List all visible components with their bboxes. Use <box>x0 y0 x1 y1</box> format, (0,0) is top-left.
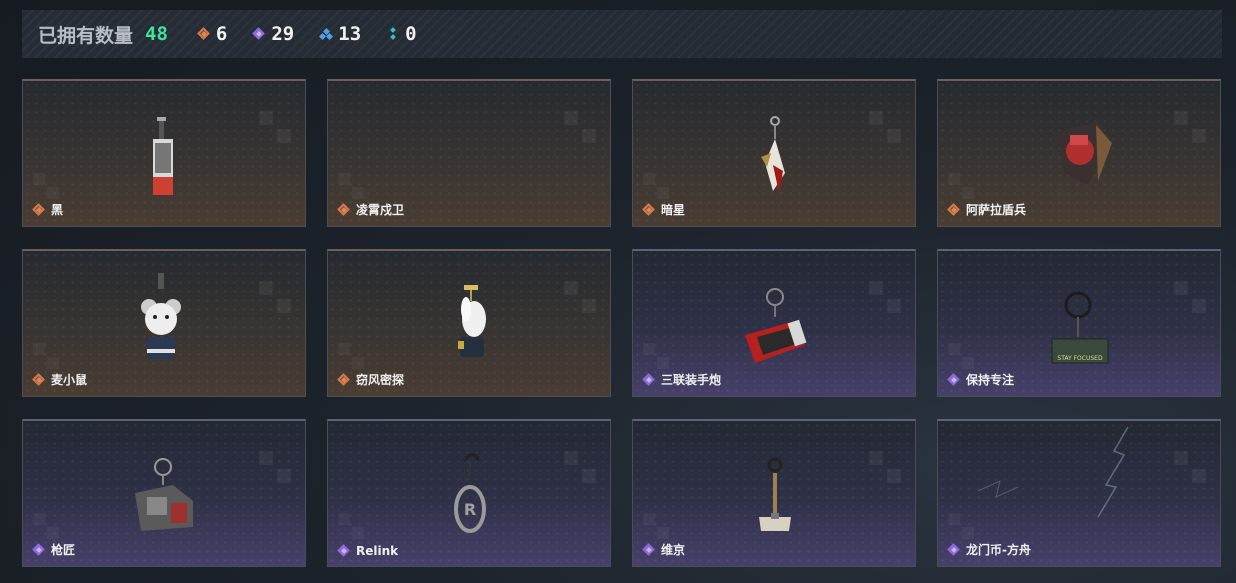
pendant-name: 枪匠 <box>51 543 76 557</box>
pendant-name: 保持专注 <box>966 373 1015 387</box>
pendant-image <box>633 251 915 363</box>
pendant-card[interactable]: STAY FOCUSED 保持专注 <box>937 249 1221 397</box>
pendant-card[interactable]: 三联装手炮 <box>632 249 916 397</box>
purple-diamond-icon <box>33 544 45 556</box>
pendant-card[interactable]: R Relink <box>327 419 611 567</box>
stat-teal-value: 0 <box>405 23 417 45</box>
pendant-card[interactable]: 龙门币-方舟 <box>937 419 1221 567</box>
orange-diamond-icon <box>338 374 350 386</box>
collection-summary-bar: 已拥有数量 48 6 29 13 0 <box>22 10 1222 58</box>
pendant-text: STAY FOCUSED <box>1057 355 1103 362</box>
pendant-card[interactable]: 黑 <box>22 79 306 227</box>
pendant-card[interactable]: 麦小鼠 <box>22 249 306 397</box>
pendant-name: 维京 <box>661 543 686 557</box>
teal-dot-icon <box>387 27 399 40</box>
pendant-name: 黑 <box>51 203 64 217</box>
orange-diamond-icon <box>948 204 960 216</box>
svg-text:R: R <box>464 500 476 519</box>
pendant-card[interactable]: 窃风密探 <box>327 249 611 397</box>
pendant-image <box>938 81 1220 191</box>
owned-label: 已拥有数量 <box>38 24 134 47</box>
stat-purple-value: 29 <box>271 23 295 45</box>
pendant-card[interactable]: 枪匠 <box>22 419 306 567</box>
purple-diamond-icon <box>948 544 960 556</box>
pendant-name: 三联装手炮 <box>661 373 722 387</box>
stat-orange-value: 6 <box>215 23 228 45</box>
pendant-card[interactable]: 暗星 <box>632 79 916 227</box>
pendant-name: 窃风密探 <box>356 373 405 387</box>
stat-purple: 29 <box>253 23 294 45</box>
orange-diamond-icon <box>643 204 655 216</box>
pendant-image <box>328 251 610 361</box>
orange-diamond-icon <box>33 374 45 386</box>
orange-diamond-icon <box>33 204 45 216</box>
pendant-name: 阿萨拉盾兵 <box>966 203 1027 217</box>
pendant-image <box>23 81 305 195</box>
pendant-image <box>23 251 305 361</box>
pendant-name: 凌霄戍卫 <box>356 203 405 217</box>
pendant-image <box>23 421 305 531</box>
lightning-effect <box>938 421 1220 531</box>
pendant-image: R <box>328 421 610 533</box>
purple-diamond-icon <box>643 544 655 556</box>
pendant-card[interactable]: 凌霄戍卫 <box>327 79 611 227</box>
stat-blue: 13 <box>319 23 362 45</box>
pendant-card[interactable]: 阿萨拉盾兵 <box>937 79 1221 227</box>
pendant-image <box>633 421 915 531</box>
stat-teal: 0 <box>387 23 417 45</box>
purple-diamond-icon <box>253 28 265 40</box>
purple-diamond-icon <box>643 374 655 386</box>
pendant-name: 龙门币-方舟 <box>966 543 1031 557</box>
pendant-name: 麦小鼠 <box>51 373 88 387</box>
pendant-name: Relink <box>356 544 399 558</box>
orange-diamond-icon <box>198 28 210 40</box>
stat-orange: 6 <box>198 23 227 45</box>
orange-diamond-icon <box>338 204 350 216</box>
owned-count: 48 <box>145 23 168 45</box>
pendant-image <box>633 81 915 193</box>
pendant-name: 暗星 <box>661 203 686 217</box>
stat-blue-value: 13 <box>338 23 362 45</box>
blue-triple-diamond-icon <box>319 27 334 41</box>
pendant-image: STAY FOCUSED <box>938 251 1220 364</box>
pendant-card[interactable]: 维京 <box>632 419 916 567</box>
purple-diamond-icon <box>948 374 960 386</box>
purple-diamond-icon <box>338 545 350 557</box>
